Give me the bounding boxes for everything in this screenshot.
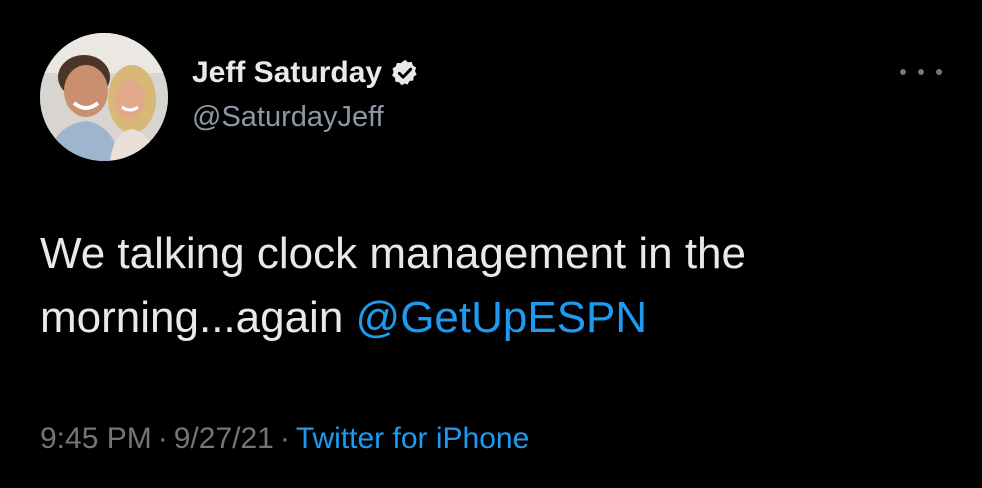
more-dot <box>900 69 906 75</box>
display-name[interactable]: Jeff Saturday <box>192 56 382 90</box>
meta-separator: · <box>157 422 168 455</box>
tweet-card: Jeff Saturday @SaturdayJeff We talking c… <box>0 0 982 488</box>
tweet-text-line-2-prefix: morning...again <box>40 293 356 342</box>
verified-badge-icon <box>390 58 420 88</box>
more-options-icon[interactable] <box>900 60 942 84</box>
meta-separator: · <box>279 422 290 455</box>
tweet-text-line-1: We talking clock management in the <box>40 229 746 278</box>
more-dot <box>918 69 924 75</box>
tweet-source-link[interactable]: Twitter for iPhone <box>296 422 529 455</box>
tweet-time[interactable]: 9:45 PM <box>40 422 152 455</box>
tweet-metadata: 9:45 PM · 9/27/21 · Twitter for iPhone <box>40 422 529 456</box>
tweet-date[interactable]: 9/27/21 <box>174 422 274 455</box>
tweet-text-line-2: morning...again @GetUpESPN <box>40 286 960 350</box>
avatar[interactable] <box>40 33 168 161</box>
tweet-text: We talking clock management in the morni… <box>40 222 960 350</box>
mention-link[interactable]: @GetUpESPN <box>356 293 648 342</box>
user-handle[interactable]: @SaturdayJeff <box>192 101 384 134</box>
name-row: Jeff Saturday <box>192 56 420 90</box>
more-dot <box>936 69 942 75</box>
